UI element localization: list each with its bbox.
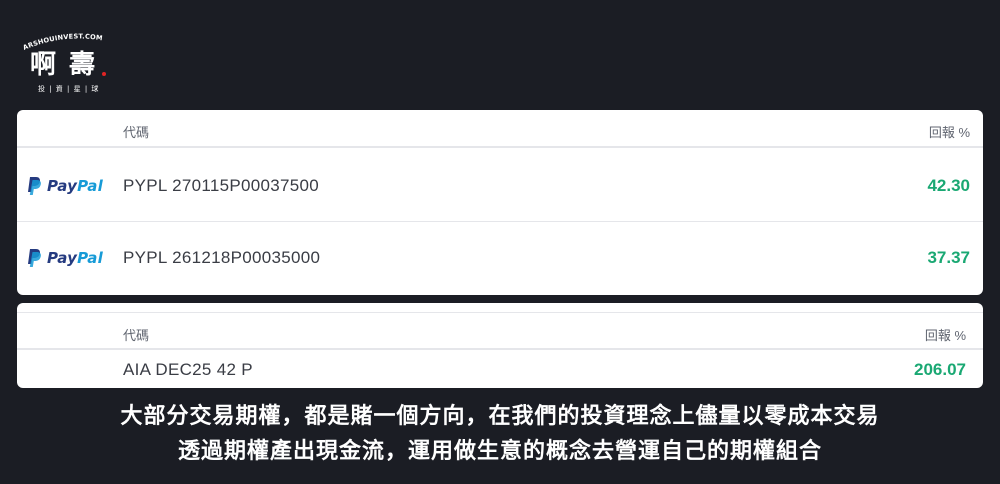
- caption-line-2: 透過期權產出現金流，運用做生意的概念去營運自己的期權組合: [177, 439, 822, 464]
- option-code: PYPL 261218P00035000: [123, 248, 321, 267]
- caption-line-1: 大部分交易期權，都是賭一個方向，在我們的投資理念上儘量以零成本交易: [120, 404, 880, 429]
- brand-logo: ARSHOUINVEST.COM 啊 壽 投 | 資 | 星 | 球: [20, 30, 112, 96]
- paypal-logo-icon: [28, 177, 41, 195]
- paypal-logo-pay: Pay: [47, 249, 78, 267]
- column-header-return[interactable]: 回報 %: [925, 325, 966, 344]
- column-header-code[interactable]: 代碼: [123, 122, 149, 141]
- table-header: 代碼 回報 %: [17, 312, 983, 350]
- table-row[interactable]: PayPal PYPL 270115P00037500 42.30: [17, 150, 983, 222]
- paypal-logo: PayPal: [27, 176, 103, 196]
- paypal-logo-pal: Pal: [77, 177, 103, 195]
- option-code: AIA DEC25 42 P: [123, 360, 253, 379]
- options-table-paypal: 代碼 回報 % PayPal PYPL 270115P00037500 42.3…: [17, 110, 983, 295]
- paypal-logo-icon: [28, 249, 41, 267]
- paypal-logo: PayPal: [27, 248, 103, 268]
- brand-name: 啊 壽: [30, 50, 98, 80]
- brand-dot: [102, 72, 106, 76]
- column-header-code[interactable]: 代碼: [123, 325, 149, 344]
- column-header-return[interactable]: 回報 %: [929, 122, 970, 141]
- paypal-logo-pal: Pal: [77, 249, 103, 267]
- paypal-logo-pay: Pay: [47, 177, 78, 195]
- option-code: PYPL 270115P00037500: [123, 176, 320, 195]
- brand-tagline: 投 | 資 | 星 | 球: [38, 85, 100, 93]
- table-header: 代碼 回報 %: [17, 110, 983, 148]
- option-return: 206.07: [914, 360, 966, 379]
- option-return: 42.30: [927, 176, 970, 195]
- table-row[interactable]: AIA DEC25 42 P 206.07: [17, 350, 983, 388]
- table-row[interactable]: PayPal PYPL 261218P00035000 37.37: [17, 222, 983, 294]
- options-table-aia: 代碼 回報 % AIA DEC25 42 P 206.07: [17, 303, 983, 388]
- option-return: 37.37: [927, 248, 970, 267]
